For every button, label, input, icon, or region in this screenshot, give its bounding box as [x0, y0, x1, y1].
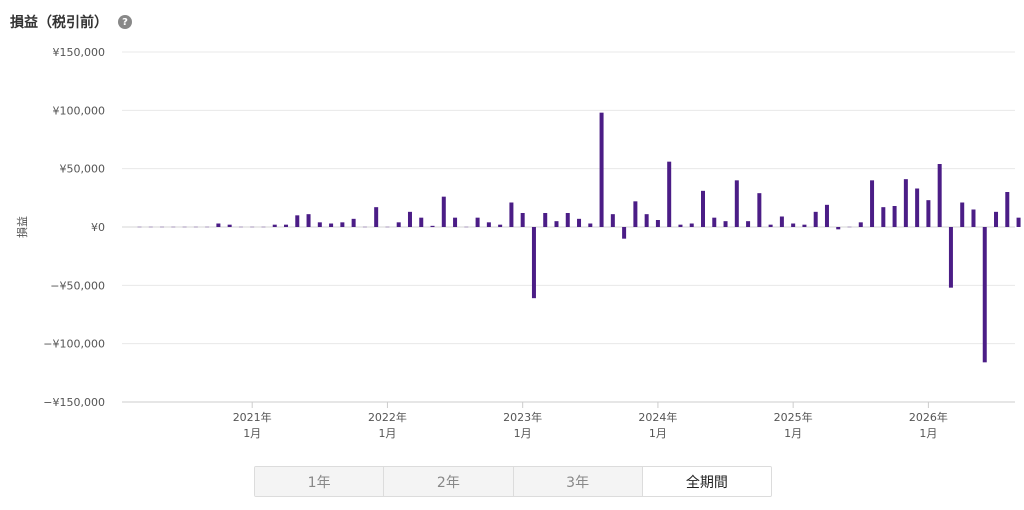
data-bar: [926, 200, 931, 227]
data-bar: [678, 224, 683, 227]
period-all-button[interactable]: 全期間: [642, 467, 771, 496]
data-bar: [858, 222, 863, 227]
data-bar: [960, 202, 965, 227]
x-tick-label-year: 2024年: [638, 410, 677, 424]
y-tick-label: ¥50,000: [60, 163, 106, 176]
data-bar: [317, 222, 322, 227]
data-bar: [971, 209, 976, 227]
data-bar: [779, 216, 784, 227]
data-bar: [419, 217, 424, 227]
data-bar: [1016, 217, 1021, 227]
data-bar: [565, 213, 570, 227]
x-tick-label-year: 2023年: [503, 410, 542, 424]
data-bar: [667, 161, 672, 227]
data-bar: [272, 224, 277, 227]
data-bar: [870, 180, 875, 227]
data-bar: [903, 179, 908, 227]
data-bar: [340, 222, 345, 227]
x-tick-label-month: 1月: [378, 427, 396, 440]
data-bar: [881, 207, 886, 227]
data-bar: [329, 223, 334, 227]
x-tick-label-month: 1月: [919, 427, 937, 440]
data-bar: [1005, 192, 1010, 227]
y-tick-label: ¥100,000: [53, 104, 106, 117]
data-bar: [396, 222, 401, 227]
y-tick-label: ¥150,000: [53, 46, 106, 59]
x-tick-label-month: 1月: [243, 427, 261, 440]
data-bar: [509, 202, 514, 227]
data-bar: [723, 221, 728, 227]
data-bar: [655, 220, 660, 227]
data-bar: [351, 218, 356, 227]
x-tick-label-year: 2021年: [233, 410, 272, 424]
data-bar: [543, 213, 548, 227]
y-tick-label: −¥150,000: [43, 396, 105, 409]
period-1y-button[interactable]: 1年: [255, 467, 385, 496]
y-axis-title: 損益: [15, 216, 29, 238]
data-bar: [577, 218, 582, 227]
data-bar: [915, 188, 920, 227]
data-bar: [757, 193, 762, 227]
period-selector: 1年 2年 3年 全期間: [254, 466, 772, 497]
data-bar: [994, 211, 999, 227]
data-bar: [937, 164, 942, 227]
data-bar: [486, 222, 491, 227]
data-bar: [948, 227, 953, 288]
data-bar: [622, 227, 627, 239]
x-tick-label-month: 1月: [514, 427, 532, 440]
data-bar: [689, 223, 694, 227]
data-bar: [498, 224, 503, 227]
data-bar: [791, 223, 796, 227]
data-bar: [216, 223, 221, 227]
data-bar: [802, 224, 807, 227]
y-tick-label: ¥0: [91, 221, 105, 234]
y-tick-label: −¥50,000: [50, 279, 105, 292]
data-bar: [531, 227, 536, 299]
y-tick-label: −¥100,000: [43, 338, 105, 351]
data-bar: [633, 201, 638, 227]
period-2y-button[interactable]: 2年: [384, 467, 514, 496]
data-bar: [712, 217, 717, 227]
data-bar: [610, 214, 615, 227]
data-bar: [306, 214, 311, 227]
data-bar: [734, 180, 739, 227]
data-bar: [644, 214, 649, 227]
data-bar: [824, 204, 829, 227]
data-bar: [982, 227, 987, 363]
data-bar: [892, 206, 897, 227]
x-tick-label-month: 1月: [784, 427, 802, 440]
data-bar: [520, 213, 525, 227]
data-bar: [599, 112, 604, 227]
data-bar: [554, 221, 559, 227]
data-bar: [813, 211, 818, 227]
data-bar: [768, 224, 773, 227]
data-bar: [284, 224, 289, 227]
x-tick-label-month: 1月: [649, 427, 667, 440]
data-bar: [701, 190, 705, 227]
data-bar: [441, 196, 446, 227]
data-bar: [430, 225, 435, 228]
data-bar: [407, 211, 412, 227]
data-bar: [746, 221, 751, 227]
data-bar: [227, 224, 232, 227]
data-bar: [295, 215, 300, 227]
x-tick-label-year: 2025年: [774, 410, 813, 424]
profit-bar-chart: ¥150,000 ¥100,000 ¥50,000 ¥0 −¥50,000 −¥100,0…: [15, 46, 1021, 440]
data-bar: [374, 207, 379, 227]
data-bar: [588, 223, 593, 227]
x-tick-label-year: 2022年: [368, 410, 407, 424]
data-bar: [836, 227, 841, 230]
data-bar: [475, 217, 480, 227]
data-bar: [453, 217, 458, 227]
period-3y-button[interactable]: 3年: [513, 467, 643, 496]
x-tick-label-year: 2026年: [909, 410, 948, 424]
